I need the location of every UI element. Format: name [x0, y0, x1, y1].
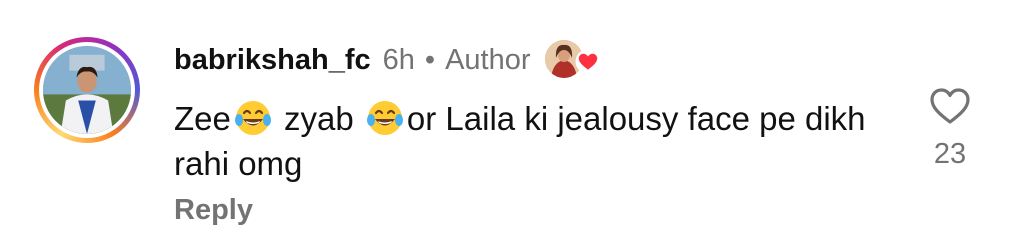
comment-text: Zee zyab or Laila ki jealousy face pe di…	[174, 96, 874, 186]
avatar-gap	[39, 42, 135, 138]
reply-button[interactable]: Reply	[174, 194, 253, 227]
author-liked-indicator	[544, 40, 601, 80]
avatar-story-ring[interactable]	[34, 37, 140, 143]
timestamp[interactable]: 6h	[383, 44, 415, 77]
comment-header: babrikshah_fc 6h • Author	[174, 40, 601, 80]
avatar-photo	[43, 46, 131, 134]
heart-outline-icon[interactable]	[928, 86, 972, 126]
separator-dot: •	[424, 43, 436, 76]
username-link[interactable]: babrikshah_fc	[174, 44, 371, 77]
like-count: 23	[933, 138, 967, 170]
face-with-tears-of-joy-icon	[234, 101, 271, 135]
face-with-tears-of-joy-icon	[366, 101, 403, 135]
comment-text-part: zyab	[274, 100, 363, 137]
avatar[interactable]	[43, 46, 131, 134]
comment-text-part: Zee	[174, 100, 231, 137]
heart-filled-icon	[575, 49, 600, 74]
author-badge: Author	[445, 43, 531, 76]
